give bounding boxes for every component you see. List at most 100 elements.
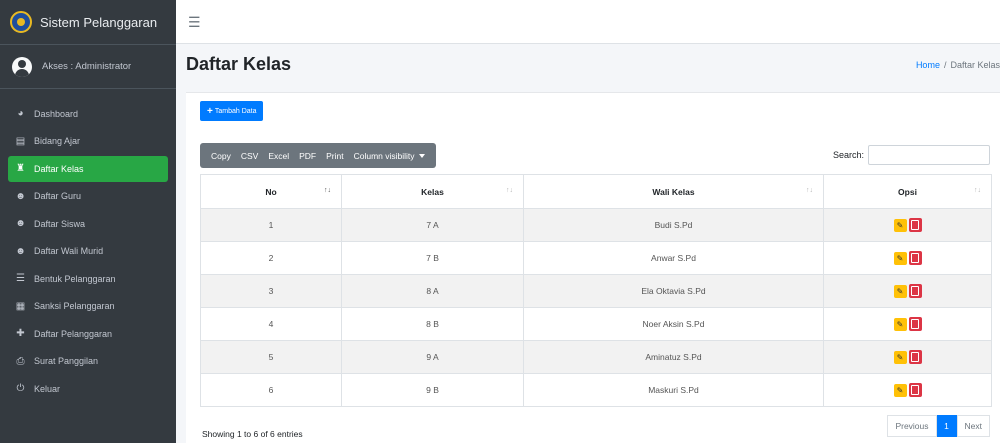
users-icon: ☻ xyxy=(15,245,26,257)
plus-icon: + xyxy=(207,105,213,117)
sidebar-item-label: Bidang Ajar xyxy=(34,136,81,147)
cell-opsi: ✎ xyxy=(823,307,992,341)
sidebar-item-label: Sanksi Pelanggaran xyxy=(34,301,115,312)
table-row: 27 B Anwar S.Pd ✎ xyxy=(200,241,992,275)
user-avatar-icon xyxy=(12,56,32,77)
sort-icon: ↑↓ xyxy=(506,187,513,194)
edit-icon[interactable]: ✎ xyxy=(893,350,907,364)
sidebar-item-sanksi-pelanggaran[interactable]: ▦ Sanksi Pelanggaran xyxy=(8,294,168,320)
column-header-label: No xyxy=(265,186,277,197)
search-wrapper: Search: xyxy=(833,145,990,165)
breadcrumb: Home / Daftar Kelas xyxy=(916,60,1000,70)
table-row: 48 B Noer Aksin S.Pd ✎ xyxy=(200,307,992,341)
sidebar-item-daftar-siswa[interactable]: ☻ Daftar Siswa xyxy=(8,211,168,237)
edit-icon[interactable]: ✎ xyxy=(893,284,907,298)
sidebar-item-bentuk-pelanggaran[interactable]: ☰ Bentuk Pelanggaran xyxy=(8,266,168,292)
top-navbar: ☰ xyxy=(176,0,1000,44)
sidebar-item-dashboard[interactable]: ◕ Dashboard xyxy=(8,101,168,127)
delete-icon[interactable] xyxy=(908,251,922,265)
plus-icon: ✚ xyxy=(16,328,25,340)
delete-icon[interactable] xyxy=(908,284,922,298)
caret-down-icon xyxy=(418,154,425,159)
dashboard-icon: ◕ xyxy=(17,108,24,120)
copy-button[interactable]: Copy xyxy=(206,151,236,161)
pdf-button[interactable]: PDF xyxy=(294,151,321,161)
previous-button[interactable]: Previous xyxy=(887,415,937,437)
column-header-label: Opsi xyxy=(898,186,917,197)
csv-button[interactable]: CSV xyxy=(236,151,263,161)
breadcrumb-separator: / xyxy=(943,60,947,70)
column-visibility-button[interactable]: Column visibility xyxy=(349,151,430,161)
delete-icon[interactable] xyxy=(908,317,922,331)
school-logo-icon xyxy=(10,11,32,33)
print-icon: ⎙ xyxy=(16,355,25,367)
brand-text: Sistem Pelanggaran xyxy=(40,14,158,30)
add-data-button[interactable]: + Tambah Data xyxy=(200,101,264,121)
edit-icon[interactable]: ✎ xyxy=(893,218,907,232)
cell-kelas: 8 B xyxy=(341,307,524,341)
book-icon: ▤ xyxy=(15,135,26,147)
sidebar-item-label: Dashboard xyxy=(34,108,79,119)
sidebar-item-label: Surat Panggilan xyxy=(34,356,99,367)
cell-no: 6 xyxy=(200,373,342,407)
edit-icon[interactable]: ✎ xyxy=(893,383,907,397)
sidebar-item-daftar-guru[interactable]: ☻ Daftar Guru xyxy=(8,184,168,210)
row-actions: ✎ xyxy=(893,284,922,298)
pagination: Previous 1 Next xyxy=(887,415,990,437)
cell-kelas: 9 B xyxy=(341,373,524,407)
table-row: 38 A Ela Oktavia S.Pd ✎ xyxy=(200,274,992,308)
edit-icon[interactable]: ✎ xyxy=(893,317,907,331)
sidebar-nav: ◕ Dashboard ▤ Bidang Ajar ♜ Daftar Kelas… xyxy=(0,89,176,402)
next-button[interactable]: Next xyxy=(956,415,990,437)
search-input[interactable] xyxy=(868,145,990,165)
sidebar-item-label: Keluar xyxy=(34,383,61,394)
print-button[interactable]: Print xyxy=(321,151,348,161)
sidebar-item-label: Daftar Guru xyxy=(34,191,82,202)
brand[interactable]: Sistem Pelanggaran xyxy=(0,0,176,45)
table-header-row: No ↑↓ Kelas ↑↓ Wali Kelas ↑↓ Opsi ↑↓ xyxy=(200,174,992,209)
excel-button[interactable]: Excel xyxy=(263,151,294,161)
sidebar-item-label: Daftar Siswa xyxy=(34,218,86,229)
column-visibility-label: Column visibility xyxy=(353,150,415,161)
column-header-no[interactable]: No ↑↓ xyxy=(200,174,342,209)
sidebar: Sistem Pelanggaran Akses : Administrator… xyxy=(0,0,176,443)
sort-icon: ↑↓ xyxy=(806,187,813,194)
cell-wali-kelas: Maskuri S.Pd xyxy=(523,373,824,407)
sidebar-item-bidang-ajar[interactable]: ▤ Bidang Ajar xyxy=(8,129,168,155)
sidebar-item-daftar-wali-murid[interactable]: ☻ Daftar Wali Murid xyxy=(8,239,168,265)
column-header-wali-kelas[interactable]: Wali Kelas ↑↓ xyxy=(523,174,824,209)
delete-icon[interactable] xyxy=(908,350,922,364)
cell-opsi: ✎ xyxy=(823,274,992,308)
cell-opsi: ✎ xyxy=(823,340,992,374)
user-role-label: Akses : Administrator xyxy=(42,61,132,72)
breadcrumb-home-link[interactable]: Home xyxy=(916,60,940,70)
users-icon: ☻ xyxy=(15,218,26,230)
cell-wali-kelas: Ela Oktavia S.Pd xyxy=(523,274,824,308)
sidebar-item-surat-panggilan[interactable]: ⎙ Surat Panggilan xyxy=(8,349,168,375)
hamburger-menu-icon[interactable]: ☰ xyxy=(188,14,201,31)
list-icon: ☰ xyxy=(16,273,25,285)
content-card: + Tambah Data Copy CSV Excel PDF Print C… xyxy=(186,92,1000,443)
column-header-label: Wali Kelas xyxy=(652,186,695,197)
page-1-button[interactable]: 1 xyxy=(936,415,957,437)
table-info: Showing 1 to 6 of 6 entries xyxy=(202,429,303,439)
column-header-opsi[interactable]: Opsi ↑↓ xyxy=(823,174,992,209)
column-header-kelas[interactable]: Kelas ↑↓ xyxy=(341,174,524,209)
sidebar-item-daftar-pelanggaran[interactable]: ✚ Daftar Pelanggaran xyxy=(8,321,168,347)
sidebar-item-keluar[interactable]: ⏻ Keluar xyxy=(8,376,168,402)
delete-icon[interactable] xyxy=(908,383,922,397)
table-row: 69 B Maskuri S.Pd ✎ xyxy=(200,373,992,407)
edit-icon[interactable]: ✎ xyxy=(893,251,907,265)
sidebar-item-daftar-kelas[interactable]: ♜ Daftar Kelas xyxy=(8,156,168,182)
delete-icon[interactable] xyxy=(908,218,922,232)
cell-kelas: 7 B xyxy=(341,241,524,275)
user-panel[interactable]: Akses : Administrator xyxy=(0,45,176,89)
cell-wali-kelas: Noer Aksin S.Pd xyxy=(523,307,824,341)
sort-icon: ↑↓ xyxy=(974,187,981,194)
cell-no: 4 xyxy=(200,307,342,341)
cell-opsi: ✎ xyxy=(823,208,992,242)
cell-no: 2 xyxy=(200,241,342,275)
cell-wali-kelas: Anwar S.Pd xyxy=(523,241,824,275)
cell-kelas: 7 A xyxy=(341,208,524,242)
sidebar-item-label: Bentuk Pelanggaran xyxy=(34,273,116,284)
